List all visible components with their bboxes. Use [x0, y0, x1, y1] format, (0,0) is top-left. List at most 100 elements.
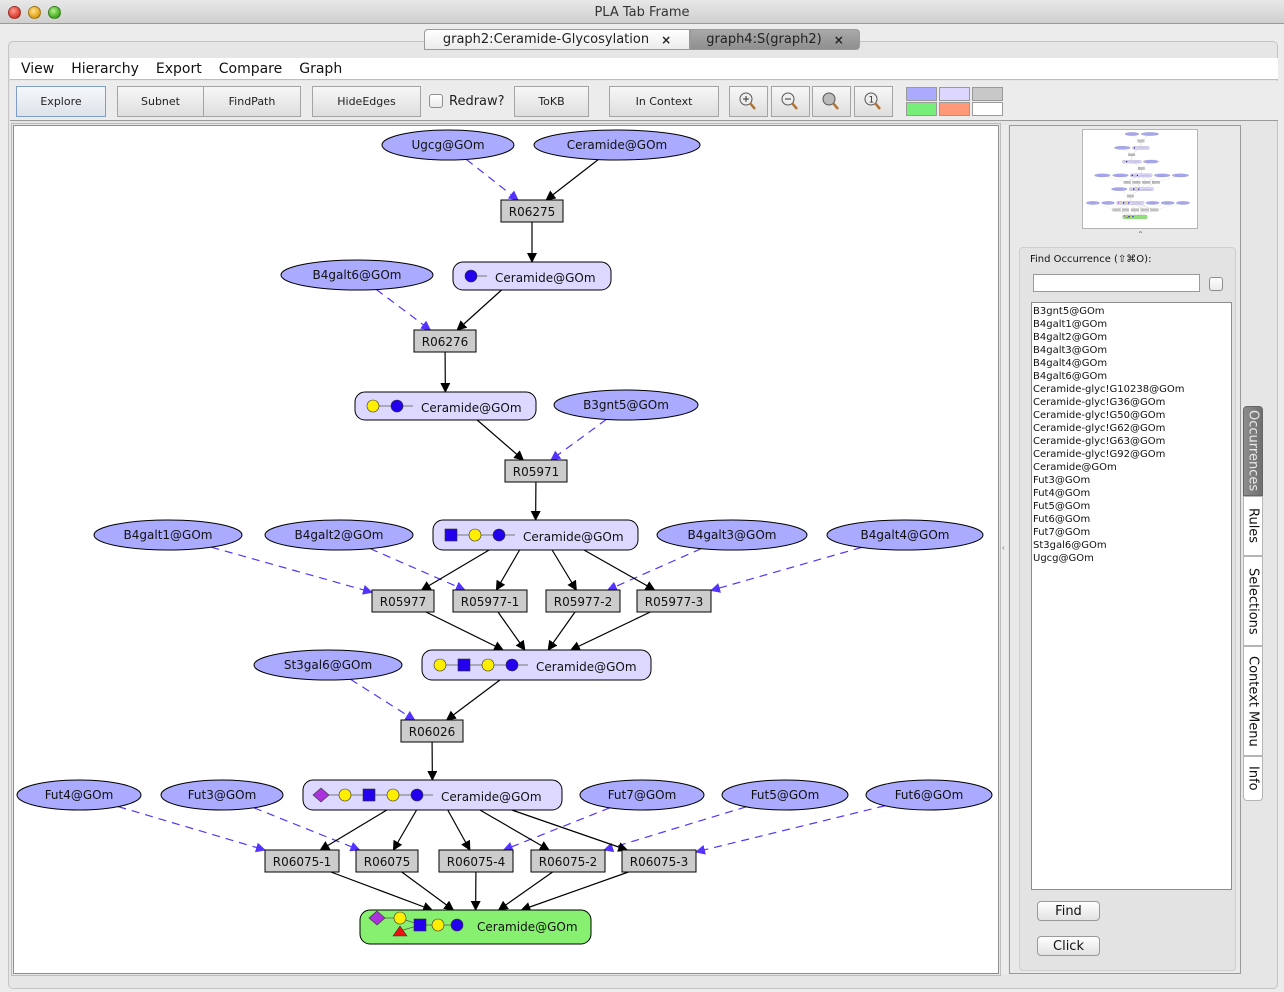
graph-edge[interactable] [1139, 210, 1152, 216]
occurrence-list-item[interactable]: B4galt2@GOm [1033, 331, 1230, 344]
side-tab-rules[interactable]: Rules [1243, 496, 1263, 556]
enzyme-node[interactable]: B3gnt5@GOm [553, 389, 699, 421]
enzyme-node[interactable]: Fut6@GOm [865, 779, 993, 811]
graph-edge[interactable] [1144, 183, 1154, 188]
occurrence-list-item[interactable]: Fut6@GOm [1033, 513, 1230, 526]
reaction-node[interactable]: R06026 [400, 719, 464, 743]
enzyme-node[interactable]: Ceramide@GOm [533, 129, 701, 161]
target-compound-node[interactable]: Ceramide@GOm [359, 909, 592, 945]
tokb-button[interactable]: ToKB [514, 86, 589, 117]
zoom-fit-button[interactable] [812, 86, 851, 117]
occurrence-list-item[interactable]: Ceramide@GOm [1033, 461, 1230, 474]
compound-node[interactable]: Ceramide@GOm [432, 519, 639, 551]
reaction-node[interactable]: R05971 [504, 459, 568, 483]
compound-node[interactable]: Ceramide@GOm [1122, 160, 1142, 163]
zoom-out-button[interactable] [771, 86, 810, 117]
menu-graph[interactable]: Graph [299, 61, 342, 77]
compound-node[interactable]: Ceramide@GOm [354, 391, 537, 421]
graph-edge[interactable] [1123, 176, 1134, 182]
click-button[interactable]: Click [1037, 936, 1100, 956]
menu-compare[interactable]: Compare [219, 61, 283, 77]
enzyme-node[interactable]: Fut5@GOm [721, 779, 849, 811]
enzyme-node[interactable]: St3gal6@GOm [1111, 187, 1128, 191]
graph-edge[interactable] [1111, 204, 1123, 209]
reaction-node[interactable]: R06075 [355, 849, 419, 873]
graph-edge[interactable] [497, 611, 526, 651]
compound-node[interactable]: Ceramide@GOm [1130, 173, 1153, 177]
enzyme-node[interactable]: B4galt2@GOm [1112, 173, 1129, 177]
in-context-button[interactable]: In Context [609, 86, 719, 117]
reaction-node[interactable]: R06075-4 [438, 849, 514, 873]
find-occurrence-input[interactable] [1033, 274, 1200, 292]
graph-edge[interactable] [445, 679, 501, 721]
graph-edge[interactable] [495, 549, 521, 591]
graph-edge[interactable] [1097, 203, 1113, 209]
occurrence-list-item[interactable]: B4galt4@GOm [1033, 357, 1230, 370]
graph-edge[interactable] [253, 807, 361, 852]
graph-edge[interactable] [547, 611, 576, 651]
graph-edge[interactable] [695, 805, 886, 855]
graph-edge[interactable] [1142, 135, 1149, 140]
graph-edge[interactable] [319, 809, 388, 851]
split-divider[interactable]: ‹ [1001, 125, 1008, 974]
enzyme-node[interactable]: Ugcg@GOm [1124, 132, 1140, 136]
color-swatch-none[interactable] [972, 102, 1003, 116]
enzyme-node[interactable]: B4galt2@GOm [264, 519, 414, 551]
graph-edge[interactable] [1118, 204, 1126, 209]
enzyme-node[interactable]: B4galt3@GOm [1154, 173, 1171, 177]
reaction-node[interactable]: R05977-1 [1132, 181, 1141, 184]
reaction-node[interactable]: R05977 [1123, 181, 1131, 184]
graph-edge[interactable] [1136, 176, 1140, 182]
findpath-button[interactable]: FindPath [203, 86, 301, 117]
close-tab-icon[interactable]: × [661, 33, 671, 47]
occurrence-list-item[interactable]: Ceramide-glyc!G36@GOm [1033, 396, 1230, 409]
graph-overview-minimap[interactable]: Ugcg@GOm Ceramide@GOm B4galt6@GOm B3gnt5@GO… [1082, 129, 1198, 229]
graph-edge[interactable] [545, 159, 599, 201]
graph-edge[interactable] [375, 289, 432, 331]
reaction-node[interactable]: R05977 [371, 589, 435, 613]
graph-edge[interactable] [1119, 210, 1131, 216]
graph-edge[interactable] [1127, 210, 1133, 216]
reaction-node[interactable]: R06276 [1128, 153, 1136, 157]
find-occurrence-checkbox[interactable] [1209, 277, 1223, 291]
enzyme-node[interactable]: Fut4@GOm [1086, 201, 1100, 205]
graph-edge[interactable] [447, 809, 471, 851]
close-tab-icon[interactable]: × [834, 33, 844, 47]
zoom-in-button[interactable] [729, 86, 768, 117]
color-swatch-enzyme[interactable] [906, 87, 937, 101]
graph-canvas[interactable]: Ugcg@GOm Ceramide@GOm B4galt6@GOm B3gnt5@GO… [11, 123, 1001, 976]
compound-node[interactable]: Ceramide@GOm [1129, 187, 1154, 191]
menu-export[interactable]: Export [156, 61, 202, 77]
enzyme-node[interactable]: Fut7@GOm [579, 779, 705, 811]
graph-edge[interactable] [401, 871, 455, 911]
zoom-reset-button[interactable]: 1 [854, 86, 893, 117]
reaction-node[interactable]: R06275 [1137, 139, 1145, 143]
graph-edge[interactable] [1142, 183, 1146, 188]
reaction-node[interactable]: R05977-2 [1142, 181, 1151, 184]
enzyme-node[interactable]: Fut3@GOm [160, 779, 284, 811]
graph-edge[interactable] [710, 546, 862, 593]
graph-edge[interactable] [1142, 176, 1146, 182]
graph-edge[interactable] [1142, 162, 1149, 168]
graph-edge[interactable] [569, 611, 651, 651]
reaction-node[interactable]: R06075-1 [1112, 208, 1121, 212]
graph-edge[interactable] [1133, 135, 1140, 140]
menu-view[interactable]: View [21, 61, 54, 77]
occurrence-list-item[interactable]: Ceramide-glyc!G92@GOm [1033, 448, 1230, 461]
reaction-node[interactable]: R05977-2 [545, 589, 621, 613]
side-tab-info[interactable]: Info [1243, 756, 1263, 801]
enzyme-node[interactable]: Fut4@GOm [16, 779, 142, 811]
graph-edge[interactable] [1129, 183, 1138, 188]
graph-edge[interactable] [456, 289, 502, 331]
minimap-grip-icon[interactable]: ⌃ [1137, 230, 1144, 239]
explore-button[interactable]: Explore [16, 86, 106, 117]
find-button[interactable]: Find [1037, 901, 1100, 921]
occurrence-list-item[interactable]: Ceramide-glyc!G63@GOm [1033, 435, 1230, 448]
graph-edge[interactable] [1132, 149, 1138, 154]
enzyme-node[interactable]: B4galt6@GOm [1114, 146, 1131, 150]
graph-edge[interactable] [603, 806, 747, 853]
graph-edge[interactable] [1148, 176, 1159, 182]
graph-edge[interactable] [211, 546, 373, 595]
color-swatch-source[interactable] [939, 102, 970, 116]
enzyme-node[interactable]: B4galt4@GOm [1172, 173, 1189, 177]
